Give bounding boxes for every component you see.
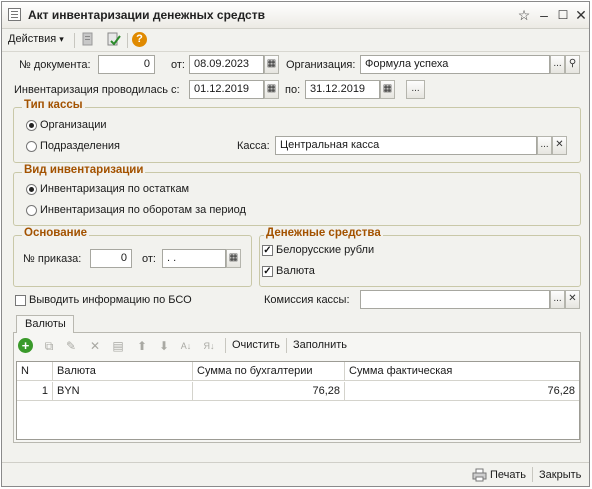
- close-window-button[interactable]: ✕: [573, 7, 589, 23]
- cash-type-division-radio[interactable]: [26, 141, 37, 152]
- kassa-select-button[interactable]: ...: [537, 136, 552, 155]
- cell-book-sum[interactable]: 76,28: [193, 382, 345, 401]
- currency-checkbox[interactable]: ✓: [262, 266, 273, 277]
- period-label: Инвентаризация проводилась с:: [14, 84, 180, 96]
- bso-checkbox[interactable]: [15, 295, 26, 306]
- column-header-actual-sum[interactable]: Сумма фактическая: [345, 362, 579, 381]
- doc-number-field[interactable]: 0: [98, 55, 155, 74]
- save-icon[interactable]: ▤: [111, 339, 125, 353]
- byr-checkbox[interactable]: ✓: [262, 245, 273, 256]
- cell-actual-sum[interactable]: 76,28: [345, 382, 579, 401]
- commission-select-button[interactable]: ...: [550, 290, 565, 309]
- chevron-down-icon: ▾: [59, 34, 64, 44]
- currencies-table: N Валюта Сумма по бухгалтерии Сумма факт…: [16, 361, 580, 440]
- commission-label: Комиссия кассы:: [264, 294, 350, 306]
- column-header-n[interactable]: N: [17, 362, 53, 381]
- cash-type-org-label[interactable]: Организации: [40, 119, 107, 131]
- calendar-icon[interactable]: ▦: [264, 55, 279, 74]
- doc-date-label: от:: [171, 59, 185, 71]
- title-bar: Акт инвентаризации денежных средств ☆ – …: [2, 2, 589, 29]
- sort-descending-icon[interactable]: Я↓: [202, 339, 216, 353]
- delete-row-icon[interactable]: ✕: [88, 339, 102, 353]
- search-icon[interactable]: ⚲: [565, 55, 580, 74]
- fill-table-button[interactable]: Заполнить: [293, 339, 347, 351]
- inventory-balance-radio[interactable]: [26, 184, 37, 195]
- sort-ascending-icon[interactable]: A↓: [179, 339, 193, 353]
- window-title: Акт инвентаризации денежных средств: [28, 8, 265, 22]
- organization-select-button[interactable]: ...: [550, 55, 565, 74]
- printer-icon[interactable]: [472, 468, 487, 482]
- post-document-icon[interactable]: [81, 32, 95, 48]
- actions-menu-button[interactable]: Действия ▾: [8, 33, 64, 45]
- help-icon[interactable]: ?: [132, 32, 147, 47]
- commission-field[interactable]: [360, 290, 550, 309]
- column-header-currency[interactable]: Валюта: [53, 362, 193, 381]
- toolbar-separator: [127, 33, 128, 48]
- organization-label: Организация:: [286, 59, 356, 71]
- period-to-label: по:: [285, 84, 301, 96]
- toolbar-separator: [532, 467, 533, 482]
- inventory-turnover-label[interactable]: Инвентаризация по оборотам за период: [40, 204, 246, 216]
- inventory-balance-label[interactable]: Инвентаризация по остаткам: [40, 183, 189, 195]
- calendar-icon[interactable]: ▦: [226, 249, 241, 268]
- order-number-field[interactable]: 0: [90, 249, 132, 268]
- inventory-type-group: [13, 172, 581, 226]
- copy-row-icon[interactable]: ⧉: [42, 339, 56, 353]
- maximize-button[interactable]: ☐: [555, 7, 571, 23]
- kassa-field[interactable]: Центральная касса: [275, 136, 537, 155]
- doc-number-label: № документа:: [19, 59, 91, 71]
- edit-row-icon[interactable]: ✎: [64, 339, 78, 353]
- tab-currencies[interactable]: Валюты: [16, 315, 74, 333]
- column-header-book-sum[interactable]: Сумма по бухгалтерии: [193, 362, 345, 381]
- minimize-button[interactable]: –: [536, 7, 552, 23]
- order-date-field[interactable]: . .: [162, 249, 226, 268]
- cell-currency[interactable]: BYN: [53, 382, 193, 401]
- cash-type-org-radio[interactable]: [26, 120, 37, 131]
- currency-label[interactable]: Валюта: [276, 265, 315, 277]
- favorite-star-icon[interactable]: ☆: [516, 7, 532, 23]
- close-button[interactable]: Закрыть: [539, 469, 581, 481]
- cash-type-division-label[interactable]: Подразделения: [40, 140, 120, 152]
- inventory-type-title: Вид инвентаризации: [22, 164, 146, 176]
- order-number-label: № приказа:: [23, 253, 82, 265]
- clear-table-button[interactable]: Очистить: [232, 339, 280, 351]
- doc-date-field[interactable]: 08.09.2023: [189, 55, 264, 74]
- clear-icon[interactable]: ✕: [565, 290, 580, 309]
- bso-label[interactable]: Выводить информацию по БСО: [29, 294, 192, 306]
- document-icon: [8, 8, 21, 21]
- toolbar-separator: [74, 33, 75, 48]
- inventory-turnover-radio[interactable]: [26, 205, 37, 216]
- calendar-icon[interactable]: ▦: [264, 80, 279, 99]
- clear-icon[interactable]: ✕: [552, 136, 567, 155]
- period-from-field[interactable]: 01.12.2019: [189, 80, 264, 99]
- money-title: Денежные средства: [264, 227, 383, 239]
- period-select-button[interactable]: ...: [406, 80, 425, 99]
- calendar-icon[interactable]: ▦: [380, 80, 395, 99]
- form-toolbar: Действия ▾ ?: [2, 29, 589, 52]
- basis-title: Основание: [22, 227, 90, 239]
- byr-label[interactable]: Белорусские рубли: [276, 244, 374, 256]
- actions-menu-label: Действия: [8, 33, 57, 45]
- kassa-label: Касса:: [237, 140, 270, 152]
- toolbar-separator: [286, 338, 287, 353]
- period-to-field[interactable]: 31.12.2019: [305, 80, 380, 99]
- cash-type-title: Тип кассы: [22, 99, 85, 111]
- money-group: [259, 235, 581, 287]
- toolbar-separator: [225, 338, 226, 353]
- move-up-icon[interactable]: ⬆: [135, 339, 149, 353]
- add-row-icon[interactable]: +: [18, 338, 33, 353]
- print-button[interactable]: Печать: [490, 469, 526, 481]
- document-window: Акт инвентаризации денежных средств ☆ – …: [1, 1, 590, 487]
- move-down-icon[interactable]: ⬇: [157, 339, 171, 353]
- order-date-label: от:: [142, 253, 156, 265]
- cell-n[interactable]: 1: [17, 382, 53, 401]
- organization-field[interactable]: Формула успеха: [360, 55, 550, 74]
- form-footer: Печать Закрыть: [2, 462, 589, 487]
- post-and-close-icon[interactable]: [106, 32, 121, 48]
